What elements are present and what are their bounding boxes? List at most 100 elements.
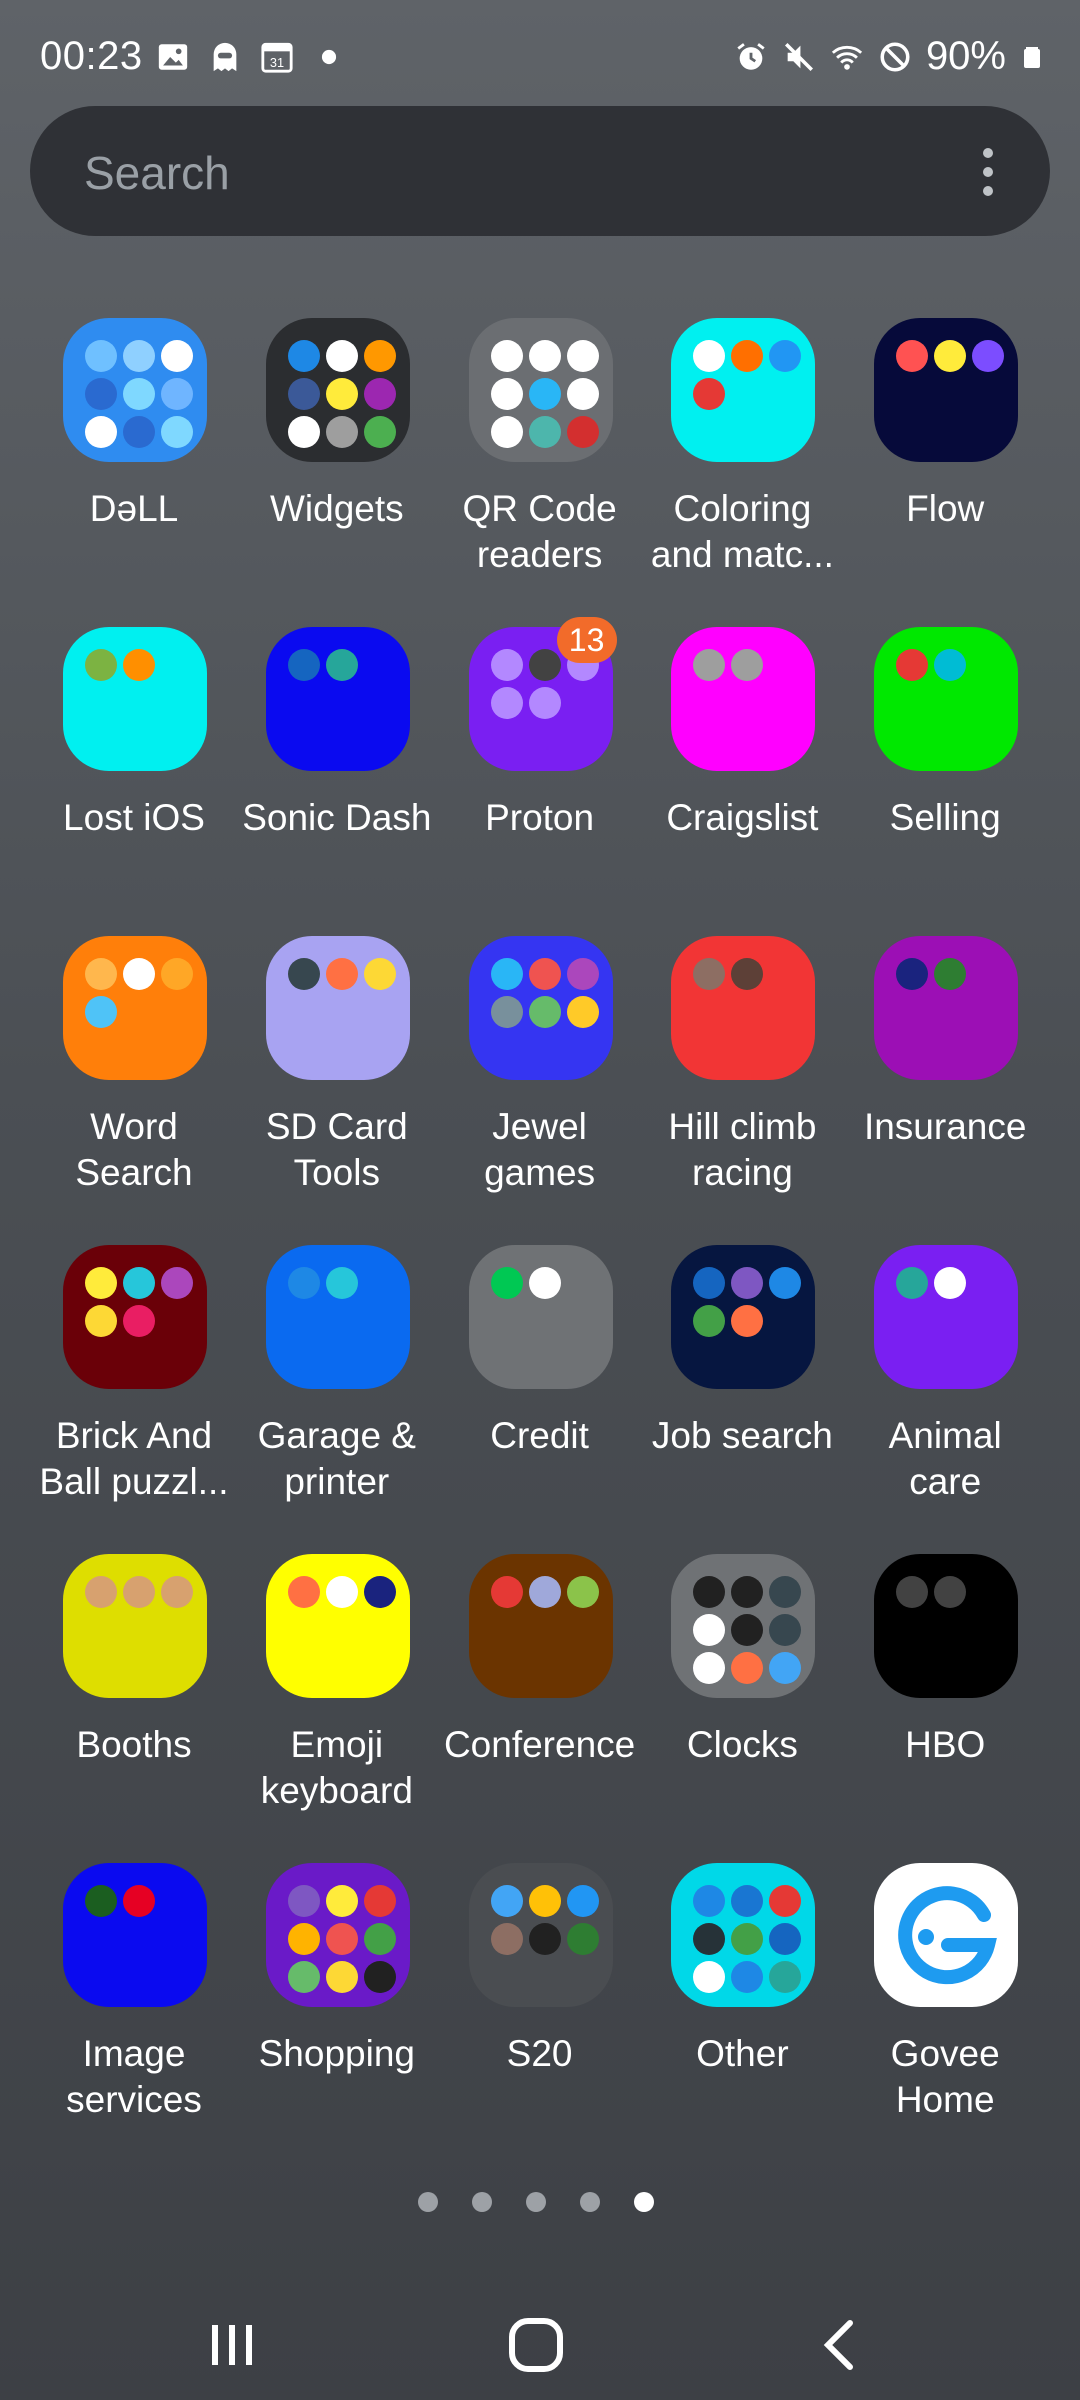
- folder-15[interactable]: Insurance: [844, 936, 1046, 1236]
- mini-app-icon: [287, 1576, 320, 1608]
- folder-icon[interactable]: [265, 1863, 410, 2007]
- folder-2[interactable]: Widgets: [236, 318, 438, 618]
- folder-22[interactable]: Emoji keyboard: [236, 1554, 438, 1854]
- battery-icon: [1024, 46, 1040, 68]
- folder-26[interactable]: Image services: [33, 1863, 235, 2163]
- folder-25[interactable]: HBO: [844, 1554, 1046, 1854]
- mini-app-icon: [566, 416, 599, 448]
- mini-app-icon: [85, 1305, 117, 1337]
- folder-icon[interactable]: [874, 627, 1019, 771]
- folder-7[interactable]: Sonic Dash: [236, 627, 438, 927]
- mini-app-icon: [123, 1305, 155, 1337]
- folder-icon[interactable]: [671, 936, 816, 1080]
- folder-14[interactable]: Hill climb racing: [641, 936, 843, 1236]
- folder-icon[interactable]: [468, 1863, 613, 2007]
- folder-21[interactable]: Booths: [33, 1554, 235, 1854]
- status-time: 00:23: [40, 34, 143, 78]
- folder-icon[interactable]: [265, 1554, 410, 1698]
- folder-icon[interactable]: [468, 1554, 613, 1698]
- mini-app-icon: [566, 340, 599, 372]
- page-dot-4[interactable]: [580, 2192, 600, 2212]
- folder-29[interactable]: Other: [641, 1863, 843, 2163]
- mini-app-icon: [287, 1923, 320, 1955]
- folder-icon[interactable]: [468, 318, 613, 462]
- mini-app-icon: [693, 958, 726, 990]
- folder-icon[interactable]: [468, 936, 613, 1080]
- page-dot-3[interactable]: [526, 2192, 546, 2212]
- image-icon: [158, 44, 188, 70]
- mini-app-icon: [693, 1576, 726, 1608]
- folder-9[interactable]: Craigslist: [641, 627, 843, 927]
- folder-icon[interactable]: [671, 1863, 816, 2007]
- folder-icon[interactable]: [265, 318, 410, 462]
- folder-icon[interactable]: [671, 627, 816, 771]
- folder-label: Shopping: [258, 2033, 415, 2074]
- recent-apps-button[interactable]: [172, 2300, 292, 2390]
- folder-label: Image services: [66, 2033, 202, 2120]
- folder-icon[interactable]: [874, 936, 1019, 1080]
- mini-app-icon: [566, 958, 599, 990]
- folder-icon[interactable]: [671, 318, 816, 462]
- alarm-icon: [737, 42, 765, 70]
- mini-app-icon: [693, 1267, 726, 1299]
- folder-icon[interactable]: [265, 627, 410, 771]
- folder-icon[interactable]: [671, 1245, 816, 1389]
- mini-app-icon: [566, 996, 599, 1028]
- folder-27[interactable]: Shopping: [236, 1863, 438, 2163]
- folder-12[interactable]: SD Card Tools: [236, 936, 438, 1236]
- folder-label: Jewel games: [484, 1106, 596, 1193]
- page-dot-2[interactable]: [472, 2192, 492, 2212]
- folder-icon[interactable]: [874, 1554, 1019, 1698]
- mini-app-icon: [85, 416, 117, 448]
- folder-icon[interactable]: [63, 627, 207, 771]
- folder-3[interactable]: QR Code readers: [439, 318, 641, 618]
- folder-20[interactable]: Animal care: [844, 1245, 1046, 1545]
- folder-icon[interactable]: [63, 1863, 207, 2007]
- page-dot-1[interactable]: [418, 2192, 438, 2212]
- folder-1[interactable]: DəLL: [33, 318, 235, 618]
- search-bar[interactable]: Search: [30, 106, 1050, 236]
- folder-19[interactable]: Job search: [641, 1245, 843, 1545]
- home-button[interactable]: [476, 2300, 596, 2390]
- folder-icon[interactable]: [874, 318, 1019, 462]
- folder-23[interactable]: Conference: [439, 1554, 641, 1854]
- folder-11[interactable]: Word Search: [33, 936, 235, 1236]
- mini-app-icon: [287, 340, 320, 372]
- folder-icon[interactable]: [63, 1245, 207, 1389]
- folder-13[interactable]: Jewel games: [439, 936, 641, 1236]
- folder-icon[interactable]: [874, 1245, 1019, 1389]
- folder-icon[interactable]: [63, 936, 207, 1080]
- folder-8[interactable]: 13 Proton: [439, 617, 641, 927]
- search-input[interactable]: Search: [84, 146, 230, 200]
- folder-17[interactable]: Garage & printer: [236, 1245, 438, 1545]
- mini-app-icon: [896, 1576, 929, 1608]
- folder-24[interactable]: Clocks: [641, 1554, 843, 1854]
- mini-app-icon: [528, 996, 561, 1028]
- folder-30[interactable]: Govee Home: [844, 1863, 1046, 2163]
- folder-icon[interactable]: [63, 318, 207, 462]
- folder-4[interactable]: Coloring and matc...: [641, 318, 843, 618]
- back-icon: [823, 2320, 853, 2370]
- folder-18[interactable]: Credit: [439, 1245, 641, 1545]
- govee-logo-icon[interactable]: [874, 1863, 1019, 2007]
- mini-app-icon: [123, 340, 155, 372]
- folder-icon[interactable]: [265, 936, 410, 1080]
- mini-app-icon: [123, 958, 155, 990]
- folder-28[interactable]: S20: [439, 1863, 641, 2163]
- folder-icon[interactable]: [671, 1554, 816, 1698]
- folder-label: Conference: [443, 1724, 636, 1765]
- folder-icon[interactable]: [468, 1245, 613, 1389]
- folder-icon[interactable]: [63, 1554, 207, 1698]
- page-dot-5[interactable]: [634, 2192, 654, 2212]
- mini-app-icon: [769, 1652, 802, 1684]
- folder-5[interactable]: Flow: [844, 318, 1046, 618]
- more-options-icon[interactable]: [982, 148, 994, 196]
- mini-app-icon: [490, 687, 523, 719]
- folder-10[interactable]: Selling: [844, 627, 1046, 927]
- mini-app-icon: [161, 416, 193, 448]
- back-button[interactable]: [780, 2300, 900, 2390]
- mini-app-icon: [693, 1652, 726, 1684]
- folder-icon[interactable]: [265, 1245, 410, 1389]
- folder-6[interactable]: Lost iOS: [33, 627, 235, 927]
- folder-16[interactable]: Brick And Ball puzzl...: [33, 1245, 235, 1545]
